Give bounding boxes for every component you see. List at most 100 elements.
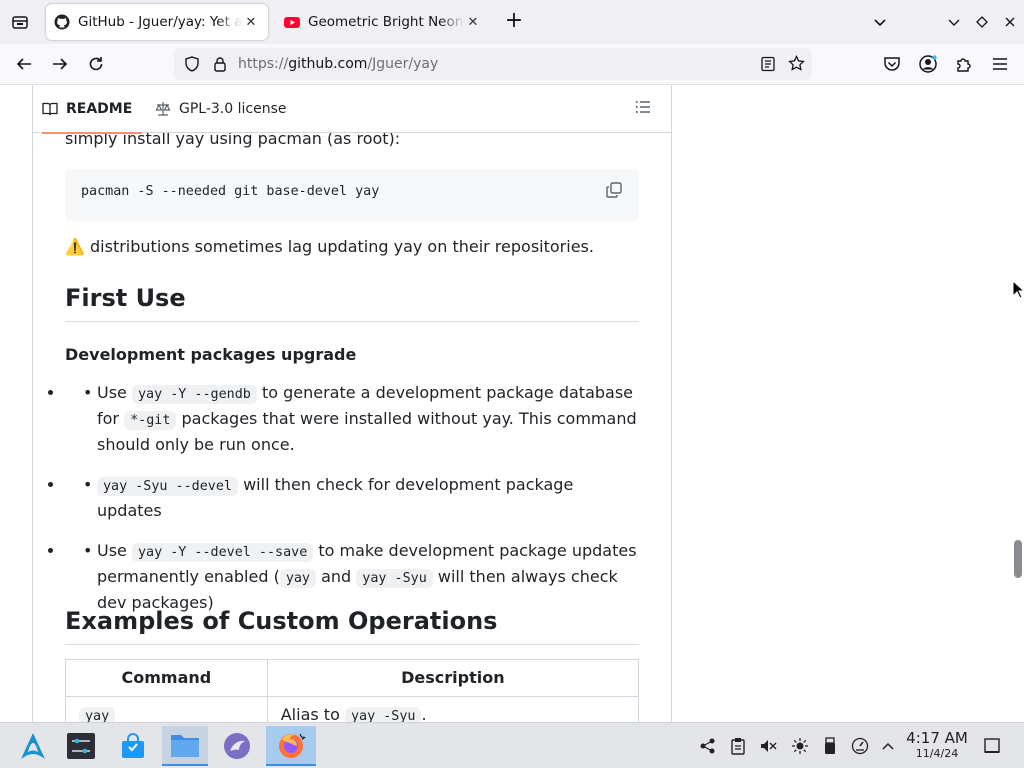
tab-license[interactable]: GPL-3.0 license [155,85,286,133]
back-button[interactable] [12,52,36,76]
new-tab-button[interactable]: + [502,10,526,34]
inline-code: yay -Syu [356,569,433,588]
maximize-icon[interactable] [970,10,994,34]
clock-date: 11/4/24 [915,747,959,760]
power-profile-icon[interactable] [850,736,870,756]
inline-code: yay [79,707,116,722]
close-window-icon[interactable] [998,10,1022,34]
reload-icon [89,57,103,71]
bookmark-star-icon[interactable] [788,54,805,76]
reader-view-icon[interactable] [760,56,776,76]
address-bar[interactable]: https://github.com/Jguer/yay [174,48,812,80]
inline-code: yay -Y --gendb [131,385,257,404]
clock-time: 4:17 AM [906,729,968,747]
navigation-toolbar: https://github.com/Jguer/yay [0,44,1024,85]
inline-code: yay -Syu --devel [97,477,238,496]
copy-icon[interactable] [605,181,623,199]
discover-store-button[interactable] [110,726,156,766]
heading-first-use: First Use [65,283,639,322]
firefox-icon [279,733,306,758]
table-row: yay Alias to yay -Syu. [65,696,640,722]
tab-readme-label: README [66,101,133,117]
show-desktop-icon[interactable] [982,736,1002,756]
table-header-row: Command Description [65,659,640,697]
heading-development-packages: Development packages upgrade [65,345,357,364]
url-text[interactable]: https://github.com/Jguer/yay [238,56,438,72]
tab-title: Geometric Bright Neon Triangles [308,14,464,30]
file-manager-button[interactable] [162,726,208,766]
system-clock[interactable]: 4:17 AM 11/4/24 [900,729,974,761]
reload-button[interactable] [84,52,108,76]
book-icon [42,101,58,117]
law-scale-icon [155,101,171,117]
start-menu-button[interactable] [10,726,56,766]
bird-app-icon [224,733,250,759]
outline-button[interactable] [635,99,655,119]
arch-linux-logo-icon [21,733,45,759]
warning-icon: ⚠️ [65,237,85,256]
firefox-view-icon [12,16,28,29]
back-arrow-icon [16,58,31,70]
list-item: Use yay -Y --gendb to generate a develop… [65,381,639,457]
close-tab-icon[interactable]: ✕ [464,13,482,31]
taskbar: 4:17 AM 11/4/24 [0,722,1024,768]
forward-button[interactable] [48,52,72,76]
folder-icon [171,735,199,757]
warning-paragraph: ⚠️ distributions sometimes lag updating … [65,235,639,259]
first-use-list: Use yay -Y --gendb to generate a develop… [65,381,639,631]
system-settings-button[interactable] [58,726,104,766]
custom-operations-table: Command Description yay Alias to yay -Sy… [65,659,640,722]
close-tab-icon[interactable]: ✕ [242,13,260,31]
table-cell: Alias to yay -Syu. [266,696,640,722]
network-share-icon[interactable] [698,736,718,756]
readme-header: README GPL-3.0 license [33,85,671,134]
usb-device-icon[interactable] [820,736,840,756]
tab-license-label: GPL-3.0 license [179,101,287,117]
warning-text: distributions sometimes lag updating yay… [90,237,594,256]
tray-expand-chevron-icon[interactable] [878,736,898,756]
table-header-description: Description [266,659,640,697]
pocket-icon [884,57,900,71]
list-outline-icon [635,101,650,113]
hamburger-menu-icon [993,58,1007,70]
inline-code: yay [279,569,316,588]
table-cell: yay [65,696,268,722]
kde-app-button[interactable] [214,726,260,766]
volume-muted-icon[interactable] [758,736,778,756]
firefox-taskbar-button[interactable] [266,726,316,766]
inline-code: yay -Y --devel --save [131,543,314,562]
tracking-protection-shield-icon[interactable] [184,56,200,76]
list-all-tabs-chevron-icon[interactable] [868,10,892,34]
forward-arrow-icon [53,58,68,70]
account-button[interactable] [916,52,940,76]
tab-github-yay[interactable]: GitHub - Jguer/yay: Yet another Yogurt -… [46,4,268,40]
install-command: pacman -S --needed git base-devel yay [81,184,380,199]
app-menu-button[interactable] [988,52,1012,76]
inline-code: *-git [124,411,177,430]
tab-readme[interactable]: README [42,85,143,134]
page-scrollbar-thumb[interactable] [1014,540,1022,578]
github-icon [54,14,70,30]
lock-icon[interactable] [212,56,228,76]
settings-sliders-icon [67,733,95,759]
account-avatar-icon [919,55,937,73]
install-code-block: pacman -S --needed git base-devel yay [65,169,639,221]
clipboard-icon[interactable] [728,736,748,756]
heading-examples: Examples of Custom Operations [65,606,639,645]
extensions-button[interactable] [952,52,976,76]
brightness-icon[interactable] [790,736,810,756]
list-item: yay -Syu --devel will then check for dev… [65,473,639,523]
list-item: Use yay -Y --devel --save to make develo… [65,539,639,615]
tab-youtube-video[interactable]: Geometric Bright Neon Triangles ✕ [276,4,490,40]
inline-code: yay -Syu [344,707,422,722]
youtube-icon [284,14,300,30]
puzzle-piece-icon [957,58,971,72]
mouse-pointer-icon [1012,279,1024,304]
table-header-command: Command [65,659,268,697]
tab-title: GitHub - Jguer/yay: Yet another Yogurt -… [78,14,242,30]
pocket-button[interactable] [880,52,904,76]
minimize-icon[interactable] [942,10,966,34]
tab-strip: GitHub - Jguer/yay: Yet another Yogurt -… [0,0,1024,44]
firefox-view-button[interactable] [8,10,32,34]
web-page: README GPL-3.0 license simply install ya… [0,85,1024,722]
